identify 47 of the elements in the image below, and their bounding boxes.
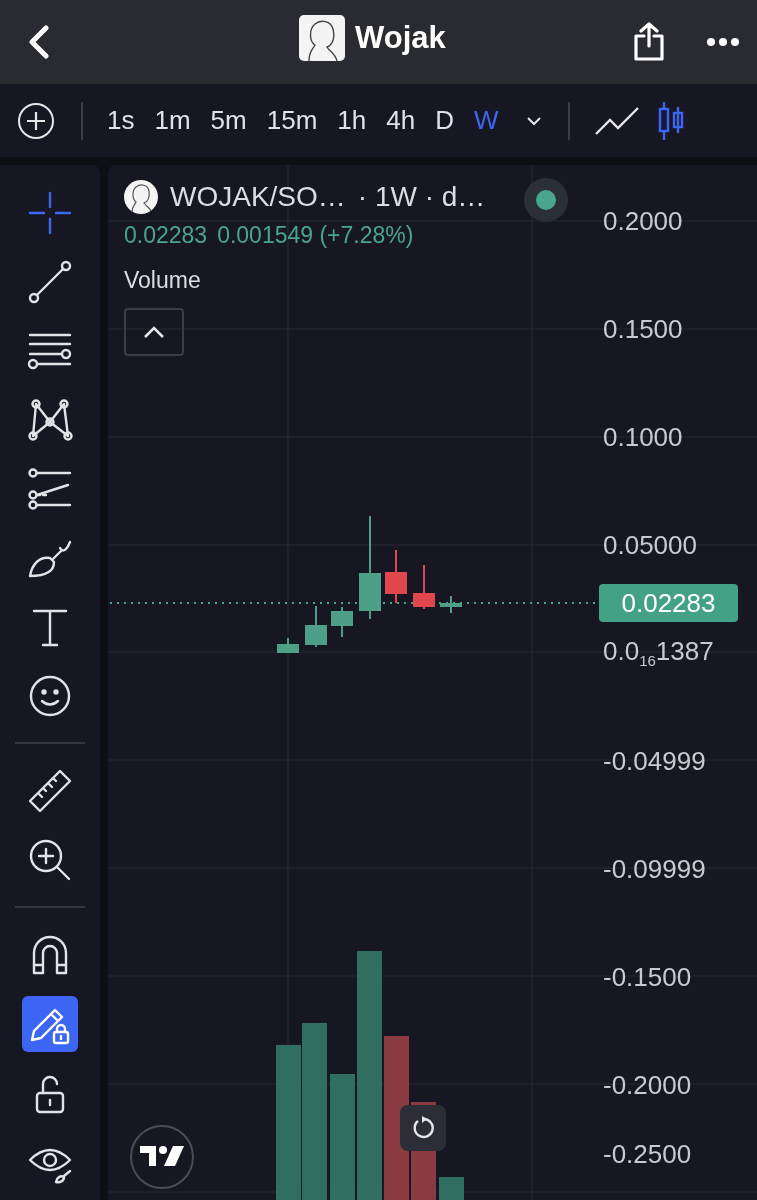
lock-drawings-icon[interactable]	[22, 995, 78, 1052]
candle	[331, 606, 353, 638]
price-axis-label: 0.2000	[603, 205, 683, 237]
timeframe-tab[interactable]: W	[463, 105, 509, 136]
chevron-up-icon	[142, 325, 166, 339]
price-axis-label: 0.1500	[603, 313, 683, 345]
timeframe-tab[interactable]: 1s	[97, 105, 145, 136]
avatar-icon	[299, 15, 345, 61]
price-axis-label: 0.05000	[603, 529, 697, 561]
price-change: 0.001549 (+7.28%)	[217, 222, 414, 249]
candle	[413, 564, 435, 610]
price-axis-label: -0.09999	[603, 853, 706, 885]
last-price-tag: 0.02283	[599, 584, 738, 622]
price-axis-label: 0.0$_{16}$1387	[603, 636, 714, 670]
collapse-button[interactable]	[124, 308, 184, 356]
interval-label: · 1W · d…	[357, 181, 486, 213]
timeframe-tab[interactable]: 4h	[376, 105, 426, 136]
price-axis-label: 0.1000	[603, 421, 683, 453]
page-title: Wojak	[355, 20, 446, 56]
logo-icon	[140, 1146, 184, 1168]
price-value: 0.02283	[124, 222, 208, 249]
avatar-icon	[124, 180, 158, 214]
timeframe-tab[interactable]: 1m	[144, 105, 201, 136]
line-chart-icon[interactable]	[594, 105, 641, 136]
reset-icon	[411, 1116, 435, 1140]
candle	[277, 637, 299, 654]
candle	[440, 595, 462, 614]
candle	[305, 605, 327, 648]
candle	[385, 549, 407, 604]
share-icon[interactable]	[632, 22, 666, 62]
price-axis-label: -0.2000	[603, 1069, 692, 1101]
reset-button[interactable]	[400, 1105, 446, 1151]
timeframe-tab[interactable]: 15m	[256, 105, 328, 136]
timeframe-tab[interactable]: D	[425, 105, 464, 136]
add-icon[interactable]	[17, 101, 55, 140]
price-axis-label: -0.04999	[603, 745, 706, 777]
timeframe-tab[interactable]: 1h	[327, 105, 377, 136]
symbol-name: WOJAK/SO…	[170, 181, 346, 213]
volume-label: Volume	[124, 267, 201, 294]
back-button[interactable]	[26, 25, 52, 59]
caret-icon[interactable]	[526, 115, 543, 126]
timeframe-tab[interactable]: 5m	[200, 105, 257, 136]
logo-button[interactable]	[130, 1125, 194, 1189]
price-axis-label: -0.1500	[603, 961, 692, 993]
price-axis-label: -0.2500	[603, 1139, 692, 1170]
more-icon[interactable]	[706, 37, 740, 47]
volume-bar	[439, 1177, 464, 1200]
